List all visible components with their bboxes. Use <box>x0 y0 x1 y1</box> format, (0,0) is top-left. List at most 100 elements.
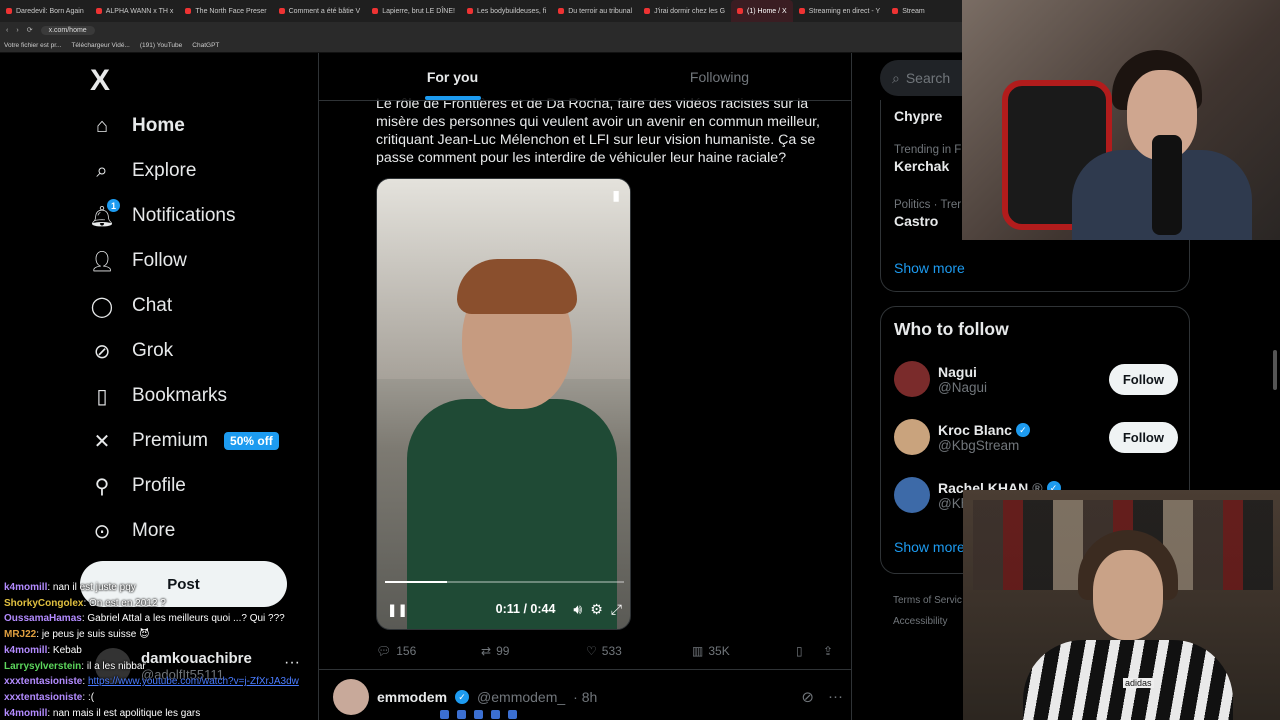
next-tweet-name[interactable]: emmodem <box>377 689 447 705</box>
forward-icon[interactable]: › <box>16 27 18 34</box>
bookmark-item[interactable]: (191) YouTube <box>140 42 182 49</box>
reply-button[interactable]: 💬︎ 156 <box>376 644 416 658</box>
add-user-icon: 👤︎ <box>89 250 115 273</box>
bookmark-button[interactable]: ▯ <box>796 644 803 658</box>
repost-button[interactable]: ⇄ 99 <box>481 644 509 658</box>
browser-tab[interactable]: Du terroir au tribunal <box>552 0 638 22</box>
nav-bookmarks-label: Bookmarks <box>132 385 228 406</box>
nav-home[interactable]: ⌂ Home <box>90 114 185 138</box>
browser-tab-bar: Daredevil: Born Again ALPHA WANN x TH x Th… <box>0 0 962 22</box>
scrollbar[interactable] <box>1273 350 1277 390</box>
taskbar-app-icon[interactable] <box>508 710 517 719</box>
taskbar-app-icon[interactable] <box>491 710 500 719</box>
follow-suggestion[interactable]: Kroc Blanc ✓ @KbgStream Follow <box>894 417 1178 457</box>
show-more-link[interactable]: Show more <box>894 260 965 276</box>
bookmark-item[interactable]: Téléchargeur Vidé... <box>71 42 129 49</box>
chat-message: k4momill: nan mais il est apolitique les… <box>4 707 201 719</box>
nav-explore[interactable]: ⌕ Explore <box>90 159 196 183</box>
nav-notifications[interactable]: 🔔︎ 1 Notifications <box>89 199 236 228</box>
back-icon[interactable]: ‹ <box>6 27 8 34</box>
browser-tab[interactable]: Daredevil: Born Again <box>0 0 90 22</box>
trend-item[interactable]: Politics · Trer Castro <box>894 199 961 229</box>
jacket-brand: adidas <box>1123 678 1154 688</box>
nav-follow-label: Follow <box>132 250 187 271</box>
url-field[interactable]: x.com/home <box>40 25 95 35</box>
suggestion-handle: @KbgStream <box>938 437 1020 453</box>
avatar <box>333 679 369 715</box>
bookmark-icon: ▯ <box>96 385 108 408</box>
like-button[interactable]: ♡ 533 <box>586 644 622 658</box>
browser-tab[interactable]: ALPHA WANN x TH x <box>90 0 180 22</box>
bookmark-item[interactable]: Votre fichier est pr... <box>4 42 61 49</box>
tab-for-you[interactable]: For you <box>319 53 586 100</box>
chat-text: nan il est juste pqy <box>52 582 136 593</box>
browser-tab[interactable]: J'irai dormir chez les G <box>638 0 731 22</box>
nav-premium[interactable]: ✕ Premium 50% off <box>90 429 279 453</box>
taskbar-app-icon[interactable] <box>457 710 466 719</box>
video-time: 0:11 / 0:44 <box>495 602 556 616</box>
webcam-face <box>1093 550 1163 640</box>
views-icon: ▥ <box>692 644 704 658</box>
nav-profile-label: Profile <box>132 475 186 496</box>
follow-button[interactable]: Follow <box>1108 421 1178 453</box>
tab-favicon-icon <box>737 8 744 14</box>
accessibility-link[interactable]: Accessibility <box>893 611 962 632</box>
bookmark-item[interactable]: ChatGPT <box>192 42 219 49</box>
share-button[interactable]: ⇪ <box>823 644 833 658</box>
settings-icon[interactable]: ⚙ <box>590 601 603 618</box>
tweet-video[interactable]: ▮ ❚❚ 0:11 / 0:44 🔊︎ ⚙ ⤢ <box>376 178 631 630</box>
trend-category: Politics · Trer <box>894 199 962 211</box>
x-logo[interactable]: X <box>90 64 110 98</box>
reply-count: 156 <box>396 644 417 658</box>
windows-icon[interactable] <box>440 710 449 719</box>
nav-grok[interactable]: ⊘ Grok <box>90 339 174 363</box>
follow-suggestion[interactable]: Nagui @Nagui Follow <box>894 359 1178 399</box>
tab-for-you-label: For you <box>426 68 479 85</box>
fullscreen-icon[interactable]: ⤢ <box>611 601 622 618</box>
nav-follow[interactable]: 👤︎ Follow <box>89 249 187 273</box>
show-more-link[interactable]: Show more <box>894 539 965 555</box>
follow-button[interactable]: Follow <box>1108 363 1178 395</box>
home-icon: ⌂ <box>95 114 109 137</box>
browser-tab-label: Lapierre, brut LE DÎNE! <box>382 7 455 15</box>
nav-profile[interactable]: ⚲ Profile <box>90 474 186 498</box>
main-feed: For you Following Le rôle de Frontières … <box>318 53 852 720</box>
chat-link[interactable]: https://www.youtube.com/watch?v=j-ZfXrJA… <box>88 676 299 687</box>
browser-tab[interactable]: Stream <box>886 0 931 22</box>
nav-bookmarks[interactable]: ▯ Bookmarks <box>90 384 227 408</box>
browser-tab-label: Comment a été bâtie V <box>288 7 361 15</box>
volume-icon[interactable]: 🔊︎ <box>573 601 582 618</box>
address-bar[interactable]: ‹ › ⟳ x.com/home <box>0 22 962 38</box>
browser-tab[interactable]: (1) Home / X <box>731 0 793 22</box>
avatar <box>894 361 930 397</box>
video-bookmark-icon[interactable]: ▮ <box>612 187 620 204</box>
browser-tab[interactable]: Les bodybuildeuses, fi <box>461 0 552 22</box>
browser-tab[interactable]: Streaming en direct - Y <box>793 0 886 22</box>
browser-tab[interactable]: Lapierre, brut LE DÎNE! <box>366 0 461 22</box>
share-icon: ⇪ <box>823 644 834 658</box>
grok-icon: ⊘ <box>93 340 111 363</box>
trend-item[interactable]: Chypre <box>894 106 942 124</box>
browser-tab-label: Les bodybuildeuses, fi <box>476 7 547 15</box>
views-button[interactable]: ▥ 35K <box>692 644 730 658</box>
tab-favicon-icon <box>372 8 379 14</box>
grok-icon[interactable]: ⊘ <box>801 688 814 706</box>
trend-item[interactable]: Trending in F Kerchak <box>894 144 961 174</box>
nav-chat[interactable]: ◯ Chat <box>90 294 172 318</box>
chat-text: Kebab <box>52 644 82 656</box>
reload-icon[interactable]: ⟳ <box>27 26 33 34</box>
stream-chat-overlay: k4momill: nan il est juste pqy ShorkyCong… <box>4 580 324 720</box>
chat-username: MRJ22 <box>4 629 37 641</box>
video-progress-fill <box>385 581 448 583</box>
taskbar-app-icon[interactable] <box>474 710 483 719</box>
browser-tab-label: (1) Home / X <box>747 7 787 15</box>
chat-text: :( <box>87 691 95 703</box>
pause-icon[interactable]: ❚❚ <box>387 602 408 617</box>
video-progress-bar[interactable] <box>385 581 624 583</box>
terms-link[interactable]: Terms of Servic <box>893 590 962 611</box>
more-options-icon[interactable]: ··· <box>828 688 843 706</box>
browser-tab[interactable]: The North Face Preser <box>179 0 272 22</box>
tab-following[interactable]: Following <box>586 53 851 100</box>
nav-more[interactable]: ⊙ More <box>90 519 176 543</box>
browser-tab[interactable]: Comment a été bâtie V <box>273 0 367 22</box>
